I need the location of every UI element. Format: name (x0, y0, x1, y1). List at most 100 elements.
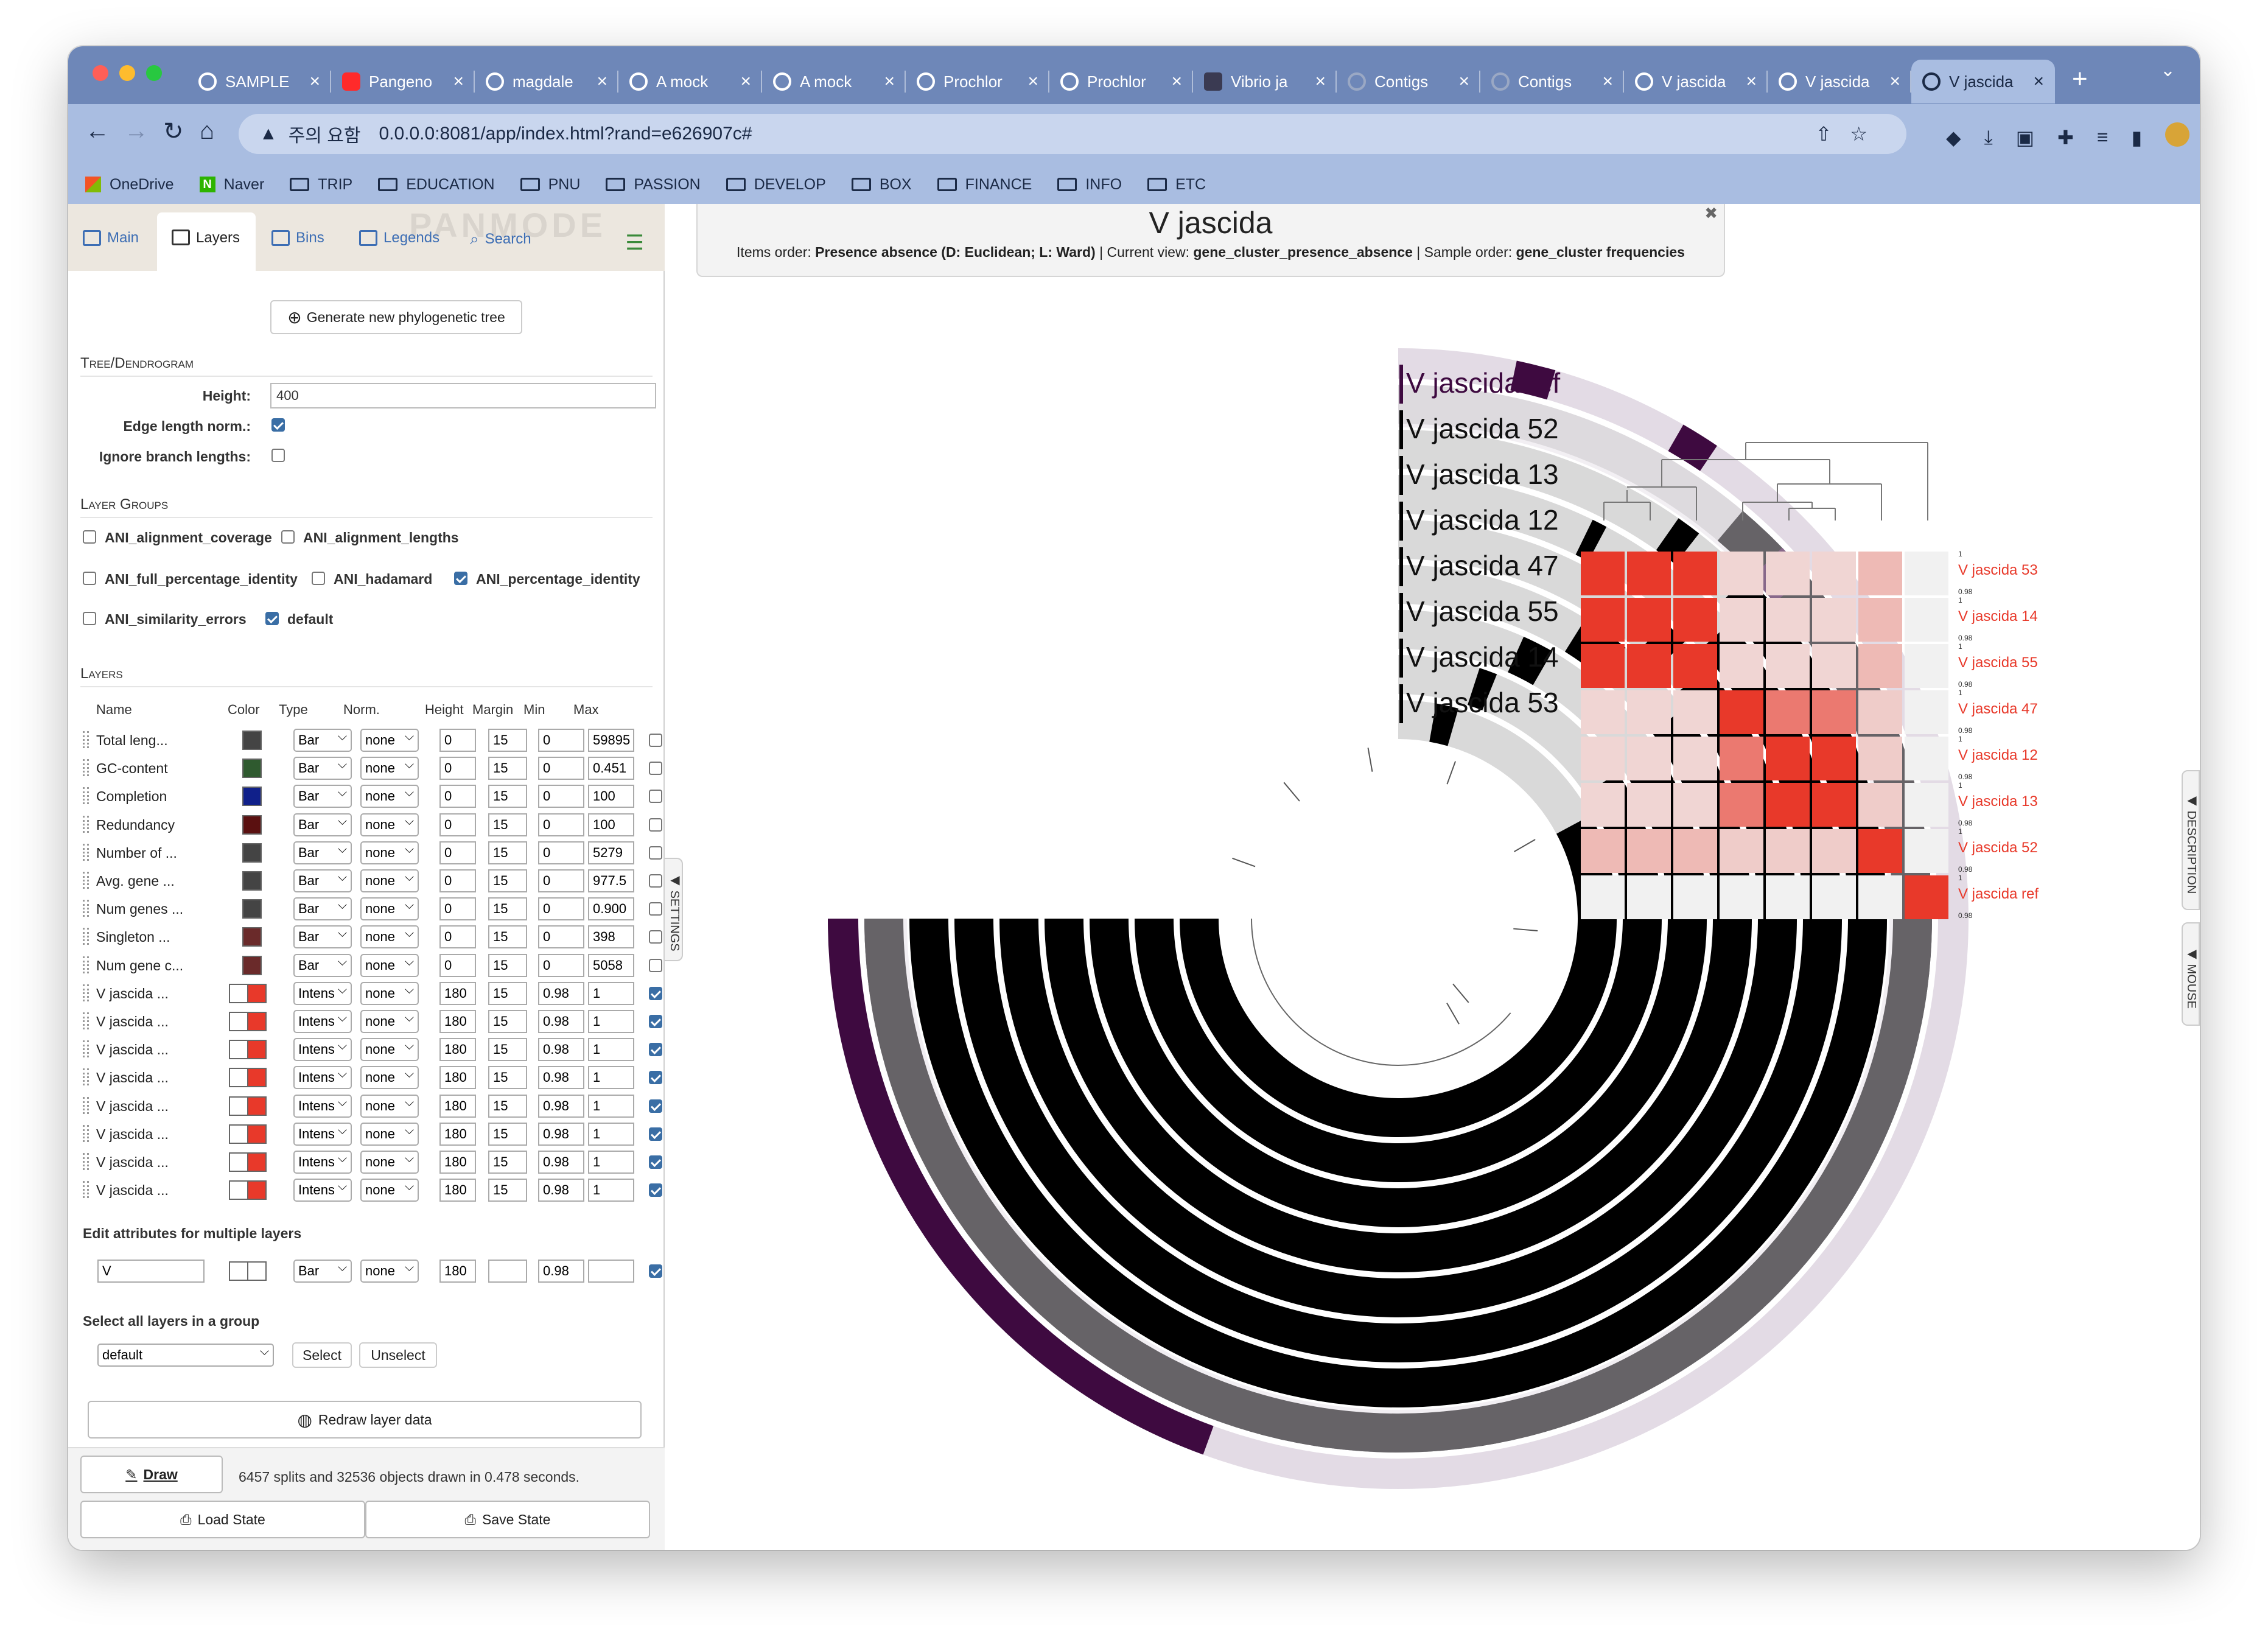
close-tab-icon[interactable]: × (1746, 71, 1757, 92)
avatar[interactable] (2165, 122, 2190, 147)
heatmap-scale-min: 0.98 (1958, 865, 1973, 874)
bookmark-item[interactable]: BOX (851, 176, 912, 194)
close-tab-icon[interactable]: × (1171, 71, 1182, 92)
sidepanel-icon[interactable]: ▮ (2131, 126, 2142, 149)
browser-tab[interactable]: Prochlor × (1049, 60, 1193, 103)
close-tab-icon[interactable]: × (309, 71, 320, 92)
bookmark-item[interactable]: INFO (1057, 176, 1122, 194)
share-bookmark-icons[interactable]: ⇧☆ (1816, 122, 1886, 145)
browser-tab[interactable]: Prochlor × (906, 60, 1049, 103)
bookmark-label: PNU (548, 175, 581, 193)
browser-tab[interactable]: V jascida × (1624, 60, 1768, 103)
anvio-icon (1779, 72, 1797, 91)
bookmark-item[interactable]: PASSION (606, 176, 701, 194)
new-tab-icon[interactable]: + (2072, 55, 2088, 103)
folder-icon (378, 178, 398, 191)
layer-label: V jascida 55 (1406, 595, 1559, 627)
heatmap-cell (1766, 690, 1810, 734)
bookmark-item[interactable]: DEVELOP (726, 176, 826, 194)
browser-tab[interactable]: V jascida × (1768, 60, 1911, 103)
close-tab-icon[interactable]: × (1602, 71, 1613, 92)
folder-icon (290, 178, 310, 191)
heatmap-cell (1627, 644, 1671, 688)
close-tab-icon[interactable]: × (1027, 71, 1038, 92)
heatmap-scale-max: 1 (1958, 689, 1962, 697)
close-window-button[interactable] (93, 65, 108, 81)
heatmap-cell (1673, 598, 1717, 642)
tab-title: Prochlor (1087, 72, 1146, 91)
bookmark-item[interactable]: TRIP (290, 176, 352, 194)
forward-icon[interactable]: → (124, 117, 149, 145)
close-tab-icon[interactable]: × (1889, 71, 1900, 92)
layer-label: V jascida 52 (1406, 413, 1559, 444)
tab-title: A mock (656, 72, 709, 91)
back-icon[interactable]: ← (85, 117, 110, 145)
browser-tab[interactable]: A mock × (762, 60, 906, 103)
bookmark-item[interactable]: N Naver (199, 176, 264, 194)
close-tab-icon[interactable]: × (1458, 71, 1469, 92)
address-bar[interactable]: ▲ 주의 요함 0.0.0.0:8081/app/index.html?rand… (239, 114, 1906, 154)
heatmap-cell (1673, 829, 1717, 873)
reload-icon[interactable]: ↻ (163, 117, 184, 145)
browser-tab[interactable]: magdale × (475, 60, 618, 103)
heatmap-cell (1858, 552, 1902, 595)
browser-tab[interactable]: Contigs × (1337, 60, 1480, 103)
zoom-window-button[interactable] (146, 65, 162, 81)
heatmap-cell (1812, 737, 1856, 780)
heatmap-cell (1673, 737, 1717, 780)
browser-tab[interactable]: Pangeno × (331, 60, 475, 103)
heatmap-cell (1720, 829, 1763, 873)
close-tab-icon[interactable]: × (1315, 71, 1326, 92)
heatmap-cell (1581, 644, 1625, 688)
close-tab-icon[interactable]: × (884, 71, 895, 92)
close-tab-icon[interactable]: × (2033, 71, 2044, 92)
browser-tab[interactable]: Contigs × (1480, 60, 1624, 103)
bookmark-item[interactable]: OneDrive (85, 176, 174, 194)
bookmark-item[interactable]: EDUCATION (378, 176, 495, 194)
minimize-window-button[interactable] (119, 65, 135, 81)
browser-tab[interactable]: SAMPLE × (187, 60, 331, 103)
heatmap-cell (1581, 875, 1625, 919)
close-tab-icon[interactable]: × (453, 71, 464, 92)
extension-icon[interactable]: ◆ (1946, 126, 1961, 149)
close-tab-icon[interactable]: × (597, 71, 607, 92)
tab-title: Vibrio ja (1231, 72, 1288, 91)
layer-label: V jascida ref (1406, 367, 1560, 399)
heatmap-cell (1905, 829, 1948, 873)
bookmark-label: FINANCE (965, 175, 1032, 193)
tab-title: V jascida (1949, 72, 2014, 91)
layer-label-tick (1399, 502, 1403, 541)
bookmark-label: OneDrive (110, 175, 174, 193)
heatmap-scale-max: 1 (1958, 781, 1962, 790)
home-icon[interactable]: ⌂ (200, 117, 214, 145)
heatmap-cell (1858, 783, 1902, 827)
extensions-area: ◆ ⤓ ▣ ✚ ≡ ▮ ⋮ (1946, 122, 2200, 149)
tab-search-icon[interactable]: ⌄ (2160, 60, 2175, 81)
puzzle-icon[interactable]: ✚ (2057, 126, 2074, 149)
onedrive-icon (85, 177, 101, 192)
heatmap-cell (1858, 644, 1902, 688)
browser-window: SAMPLE × Pangeno × magdale × A mock × A mock × Pro… (68, 46, 2200, 1550)
browser-tab[interactable]: Vibrio ja × (1193, 60, 1337, 103)
browser-tab[interactable]: A mock × (618, 60, 762, 103)
browser-toolbar: ← → ↻ ⌂ ▲ 주의 요함 0.0.0.0:8081/app/index.h… (68, 104, 2200, 165)
url-text: 0.0.0.0:8081/app/index.html?rand=e626907… (379, 124, 752, 144)
notion-icon[interactable]: ▣ (2016, 126, 2034, 149)
heatmap-cell (1858, 737, 1902, 780)
heatmap-scale-min: 0.98 (1958, 587, 1973, 596)
bookmark-label: DEVELOP (754, 175, 826, 193)
close-tab-icon[interactable]: × (740, 71, 751, 92)
reading-list-icon[interactable]: ≡ (2097, 126, 2109, 149)
pangenome-display[interactable]: V jascida ref V jascida 52 V jascida 13 V j… (68, 204, 2200, 1550)
github-icon (198, 72, 217, 91)
bookmark-item[interactable]: FINANCE (937, 176, 1032, 194)
tab-title: V jascida (1662, 72, 1726, 91)
download-icon[interactable]: ⤓ (1984, 126, 1993, 149)
layer-label-tick (1399, 639, 1403, 678)
browser-tab[interactable]: V jascida × (1911, 60, 2055, 103)
anvio-icon (1922, 72, 1941, 91)
bookmark-item[interactable]: ETC (1147, 176, 1206, 194)
dendrogram-branch (1452, 983, 1469, 1003)
heatmap-cell (1766, 737, 1810, 780)
bookmark-item[interactable]: PNU (520, 175, 581, 194)
